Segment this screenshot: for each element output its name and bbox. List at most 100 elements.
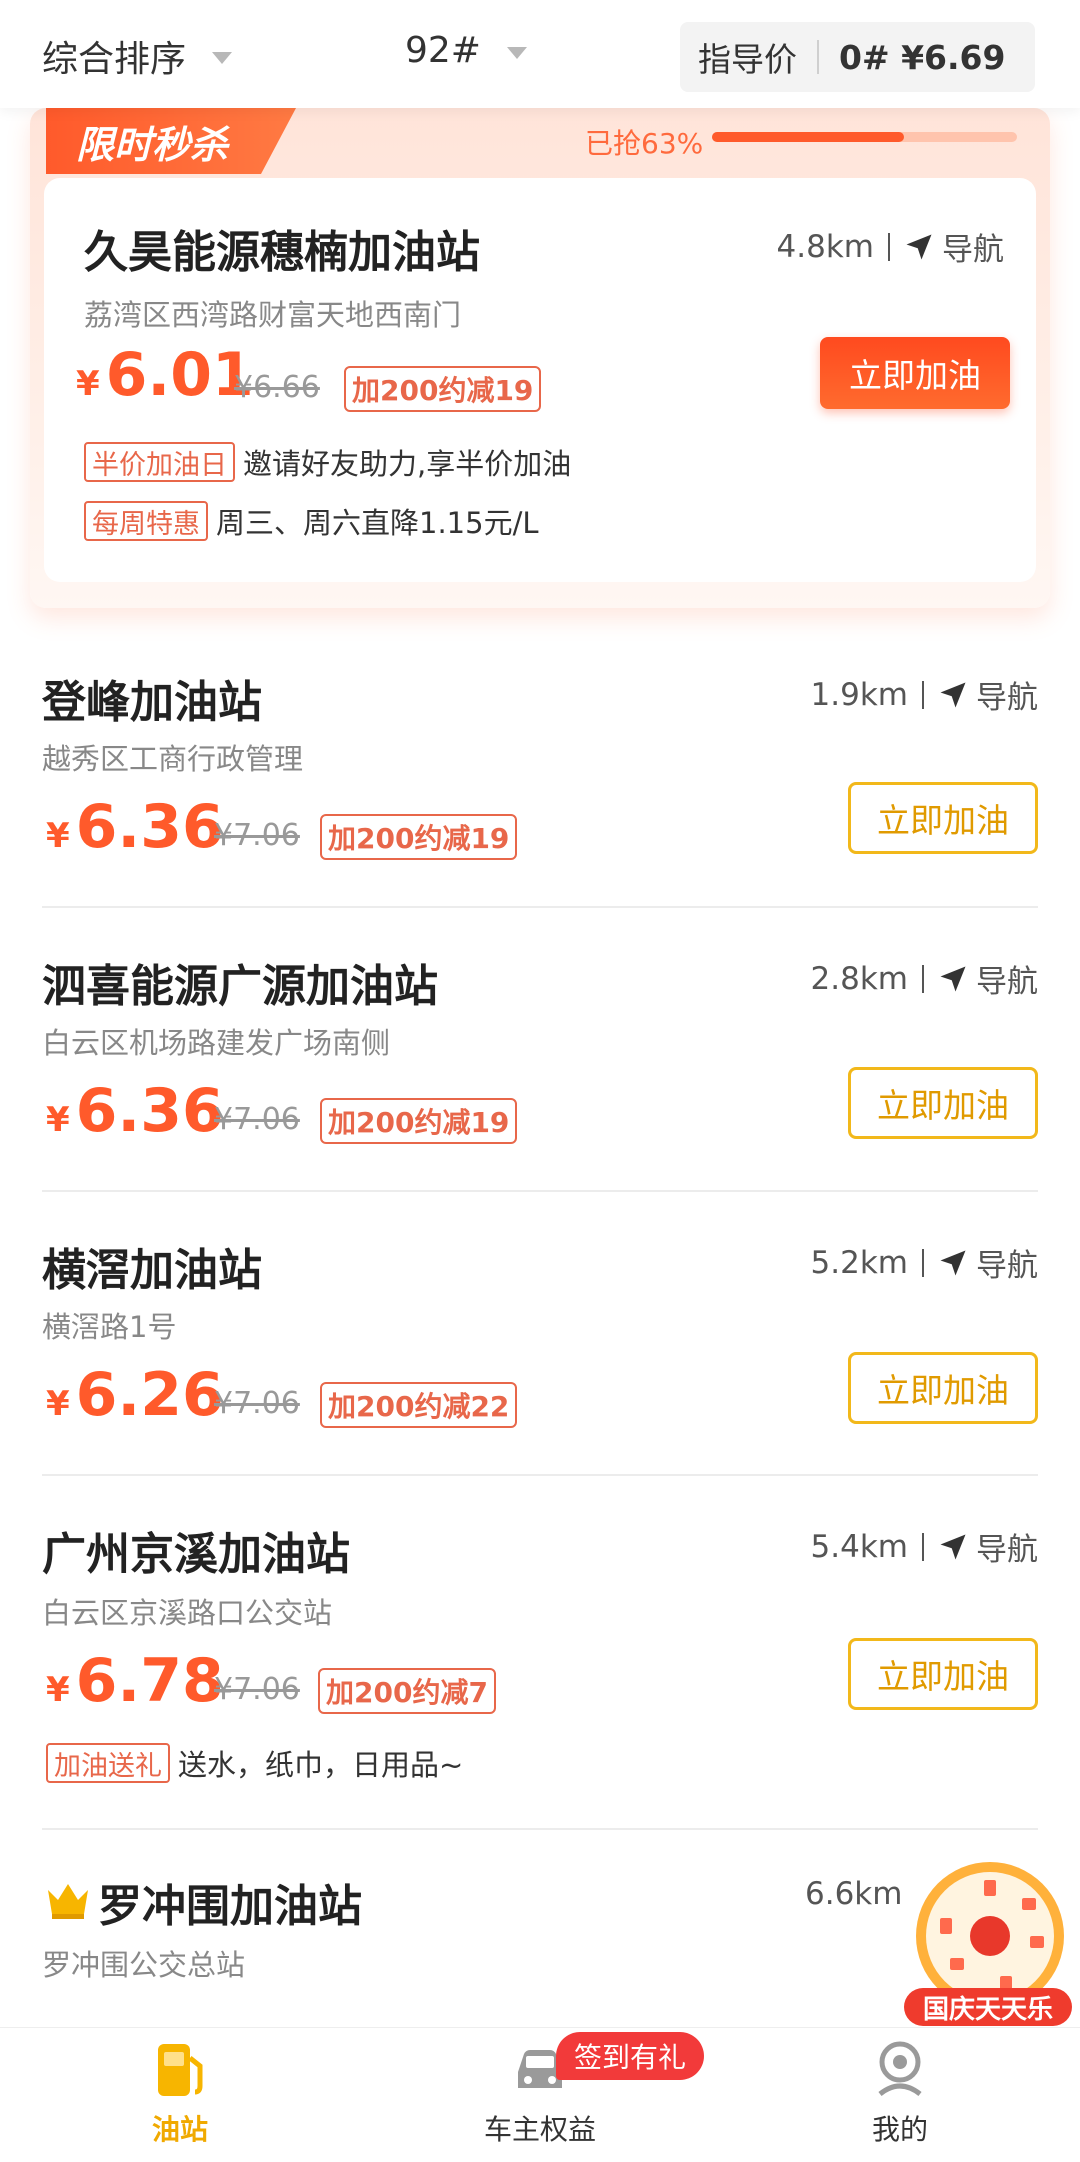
nav-label: 导航 bbox=[976, 1532, 1038, 1568]
refuel-now-button[interactable]: 立即加油 bbox=[848, 1352, 1038, 1424]
grab-progress-fill bbox=[712, 132, 905, 142]
station-distance-nav[interactable]: 4.8km 导航 bbox=[777, 224, 1004, 269]
flash-sale-tag: 限时秒杀 bbox=[46, 108, 296, 174]
promo-text: 周三、周六直降1.15元/L bbox=[216, 506, 539, 540]
nav-label: 导航 bbox=[976, 964, 1038, 1000]
nav-label: 导航 bbox=[976, 1248, 1038, 1284]
station-distance: 6.6km bbox=[805, 1876, 902, 1912]
station-price: ¥ 6.01 bbox=[76, 340, 254, 410]
currency-symbol: ¥ bbox=[46, 1384, 70, 1424]
navigation-arrow-icon bbox=[940, 1250, 966, 1275]
sort-dropdown[interactable]: 综合排序 bbox=[42, 30, 233, 82]
navigation-arrow-icon bbox=[940, 682, 966, 707]
grabbed-percent: 已抢63% bbox=[585, 127, 704, 160]
event-label: 国庆天天乐 bbox=[922, 1994, 1053, 2025]
station-price: ¥ 6.36 bbox=[46, 792, 224, 862]
tab-label: 我的 bbox=[871, 2113, 928, 2146]
discount-badge: 加200约减19 bbox=[344, 366, 542, 412]
tab-label: 油站 bbox=[151, 2113, 208, 2146]
distance-value: 4.8km bbox=[776, 228, 874, 265]
currency-symbol: ¥ bbox=[46, 1670, 70, 1710]
bottom-tab-bar: 油站 车主权益 我的 bbox=[0, 2027, 1080, 2162]
distance-value: 1.9km bbox=[810, 676, 908, 713]
divider bbox=[888, 232, 890, 261]
sort-label: 综合排序 bbox=[42, 39, 187, 80]
fuel-type-label: 92# bbox=[405, 30, 481, 71]
refuel-now-button[interactable]: 立即加油 bbox=[848, 1638, 1038, 1710]
sign-in-reward-badge[interactable]: 签到有礼 bbox=[556, 2032, 705, 2080]
promo-row: 半价加油日 邀请好友助力,享半价加油 bbox=[84, 441, 571, 483]
navigation-arrow-icon bbox=[940, 1534, 966, 1559]
distance-value: 6.6km bbox=[805, 1876, 903, 1912]
guide-price: 指导价 0# ¥6.69 bbox=[680, 22, 1035, 92]
divider bbox=[922, 680, 924, 709]
station-price: ¥ 6.26 bbox=[46, 1360, 224, 1430]
price-value: 6.36 bbox=[75, 792, 224, 862]
filter-bar: 综合排序 92# 指导价 0# ¥6.69 bbox=[0, 0, 1080, 108]
station-name: 罗冲围加油站 bbox=[98, 1881, 362, 1932]
original-price: ¥6.66 bbox=[234, 370, 320, 405]
currency-symbol: ¥ bbox=[46, 816, 70, 856]
discount-badge: 加200约减22 bbox=[320, 1382, 518, 1428]
divider bbox=[922, 964, 924, 993]
nav-label: 导航 bbox=[976, 680, 1038, 716]
discount-badge: 加200约减19 bbox=[320, 814, 518, 860]
station-name: 登峰加油站 bbox=[42, 677, 262, 728]
station-distance-nav[interactable]: 5.2km 导航 bbox=[811, 1240, 1038, 1285]
station-price: ¥ 6.78 bbox=[46, 1646, 224, 1716]
guide-price-label: 指导价 bbox=[698, 40, 797, 79]
flash-station-card[interactable]: 久昊能源穗楠加油站 荔湾区西湾路财富天地西南门 4.8km 导航 ¥ 6.01 … bbox=[44, 178, 1036, 582]
station-address: 荔湾区西湾路财富天地西南门 bbox=[84, 298, 462, 332]
original-price: ¥7.06 bbox=[214, 1386, 300, 1421]
original-price: ¥7.06 bbox=[214, 1672, 300, 1707]
divider bbox=[42, 1474, 1038, 1476]
station-distance-nav[interactable]: 1.9km 导航 bbox=[811, 672, 1038, 717]
original-price: ¥7.06 bbox=[214, 1102, 300, 1137]
crown-icon bbox=[48, 1884, 88, 1919]
station-address: 越秀区工商行政管理 bbox=[42, 742, 304, 776]
currency-symbol: ¥ bbox=[76, 364, 100, 404]
currency-symbol: ¥ bbox=[46, 1100, 70, 1140]
price-value: 6.36 bbox=[75, 1076, 224, 1146]
refuel-now-button[interactable]: 立即加油 bbox=[848, 782, 1038, 854]
price-value: 6.78 bbox=[75, 1646, 224, 1716]
tab-label: 车主权益 bbox=[483, 2113, 596, 2146]
tab-profile[interactable]: 我的 bbox=[790, 2038, 1010, 2148]
discount-badge: 加200约减7 bbox=[318, 1668, 496, 1714]
distance-value: 5.4km bbox=[810, 1528, 908, 1565]
station-address: 横滘路1号 bbox=[42, 1310, 177, 1344]
divider bbox=[817, 40, 819, 74]
station-price: ¥ 6.36 bbox=[46, 1076, 224, 1146]
grab-progress-bar bbox=[712, 132, 1017, 142]
price-value: 6.26 bbox=[75, 1360, 224, 1430]
promo-text: 邀请好友助力,享半价加油 bbox=[243, 447, 572, 481]
original-price: ¥7.06 bbox=[214, 818, 300, 853]
station-name: 久昊能源穗楠加油站 bbox=[84, 227, 480, 278]
station-address: 白云区京溪路口公交站 bbox=[42, 1596, 333, 1630]
flash-sale-card: 限时秒杀 已抢63% 久昊能源穗楠加油站 荔湾区西湾路财富天地西南门 4.8km… bbox=[30, 108, 1050, 608]
station-distance-nav[interactable]: 2.8km 导航 bbox=[811, 956, 1038, 1001]
refuel-now-button[interactable]: 立即加油 bbox=[820, 337, 1010, 409]
divider bbox=[922, 1248, 924, 1277]
station-address: 罗冲围公交总站 bbox=[42, 1948, 246, 1982]
divider bbox=[42, 1828, 1038, 1830]
fuel-type-dropdown[interactable]: 92# bbox=[405, 30, 527, 71]
refuel-now-button[interactable]: 立即加油 bbox=[848, 1067, 1038, 1139]
promo-tag: 半价加油日 bbox=[84, 442, 235, 482]
station-distance-nav[interactable]: 5.4km 导航 bbox=[811, 1524, 1038, 1569]
promo-tag: 加油送礼 bbox=[46, 1743, 170, 1783]
national-day-event-badge[interactable]: 国庆天天乐 bbox=[900, 1858, 1075, 2028]
tab-gas-station[interactable]: 油站 bbox=[70, 2038, 290, 2148]
price-value: 6.01 bbox=[105, 340, 254, 410]
station-name: 横滘加油站 bbox=[42, 1245, 262, 1296]
guide-price-value: 0# ¥6.69 bbox=[839, 37, 1006, 77]
station-name: 泗喜能源广源加油站 bbox=[42, 961, 438, 1012]
divider bbox=[42, 1190, 1038, 1192]
user-profile-icon bbox=[878, 2041, 922, 2097]
divider bbox=[42, 906, 1038, 908]
distance-value: 2.8km bbox=[810, 960, 908, 997]
promo-row: 加油送礼 送水，纸巾，日用品~ bbox=[46, 1742, 463, 1784]
chevron-down-icon bbox=[506, 46, 527, 59]
station-address: 白云区机场路建发广场南侧 bbox=[42, 1026, 391, 1060]
station-name: 广州京溪加油站 bbox=[42, 1529, 350, 1580]
